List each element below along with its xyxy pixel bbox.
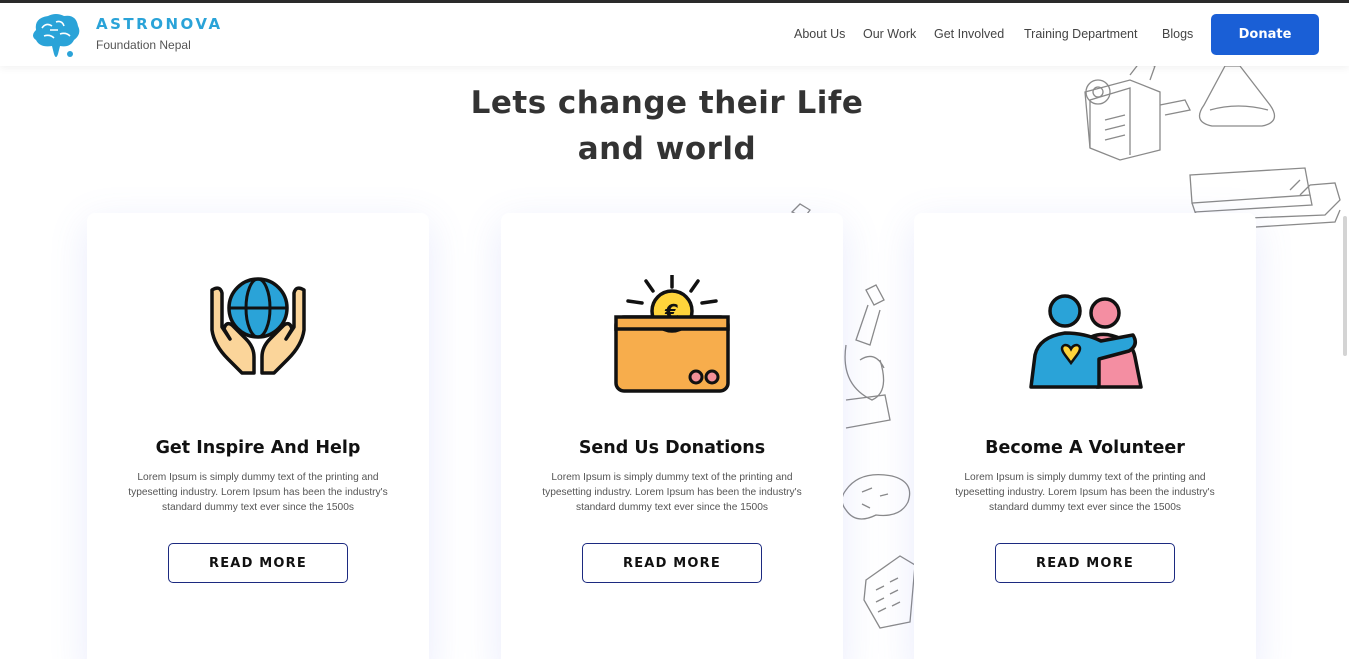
nav-get-involved[interactable]: Get Involved: [934, 27, 1004, 41]
globe-in-hands-icon: [210, 277, 306, 375]
page-scrollbar[interactable]: [1339, 66, 1349, 659]
read-more-button[interactable]: READ MORE: [582, 543, 762, 583]
card-description: Lorem Ipsum is simply dummy text of the …: [128, 472, 388, 513]
card-description: Lorem Ipsum is simply dummy text of the …: [542, 472, 802, 513]
nav-our-work[interactable]: Our Work: [863, 27, 916, 41]
palette-doodle: [841, 473, 911, 520]
hero-title-line-1: Lets change their Life: [470, 85, 864, 121]
card-title: Become A Volunteer: [985, 438, 1185, 458]
hero-title-line-2: and world: [577, 131, 757, 167]
read-more-button[interactable]: READ MORE: [995, 543, 1175, 583]
nav-about-us[interactable]: About Us: [794, 27, 845, 41]
hero-title: Lets change their Life and world: [417, 80, 917, 172]
scrollbar-thumb[interactable]: [1343, 216, 1347, 356]
microscope-doodle: [844, 284, 891, 429]
card-become-volunteer: Become A Volunteer Lorem Ipsum is simply…: [914, 213, 1256, 659]
nav-training-department[interactable]: Training Department: [1024, 27, 1137, 41]
card-title: Send Us Donations: [578, 438, 766, 458]
site-header: ASTRONOVA Foundation Nepal About Us Our …: [0, 3, 1349, 66]
card-description: Lorem Ipsum is simply dummy text of the …: [955, 472, 1215, 513]
card-send-donations: € Send Us Donations Lorem Ipsum is simpl…: [501, 213, 843, 659]
volunteer-people-icon: [1029, 294, 1143, 389]
nav-blogs[interactable]: Blogs: [1162, 27, 1193, 41]
read-more-button[interactable]: READ MORE: [168, 543, 348, 583]
main-nav: About Us Our Work Get Involved Training …: [0, 27, 1349, 47]
card-title: Get Inspire And Help: [155, 438, 361, 458]
flask-doodle: [1198, 65, 1276, 127]
calculator-doodle: [863, 555, 916, 629]
card-get-inspire: Get Inspire And Help Lorem Ipsum is simp…: [87, 213, 429, 659]
donation-wallet-icon: €: [614, 275, 730, 393]
sharpener-doodle: [1084, 61, 1191, 161]
donate-button[interactable]: Donate: [1211, 14, 1319, 55]
